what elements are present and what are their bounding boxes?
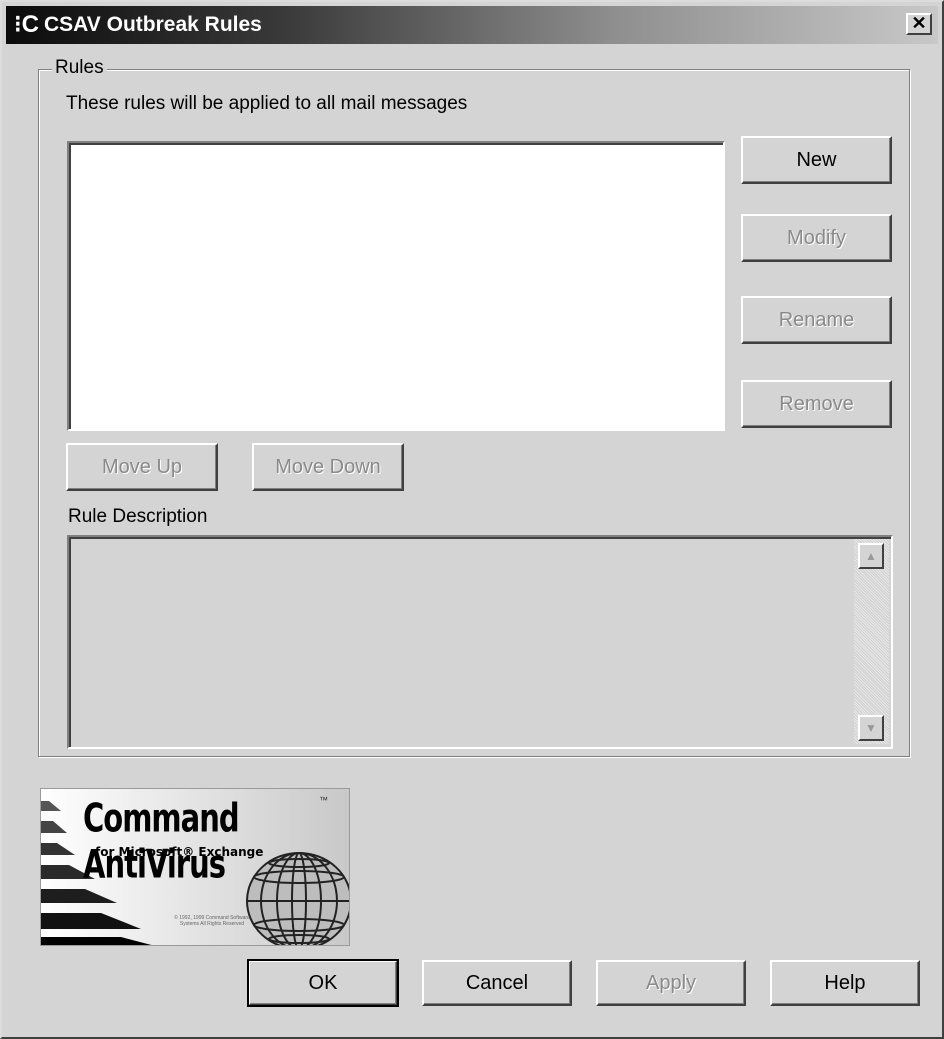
move-up-button[interactable]: Move Up <box>66 443 218 491</box>
window-title: CSAV Outbreak Rules <box>44 13 262 36</box>
logo-subtitle: for Microsoft® Exchange <box>95 845 264 859</box>
remove-button[interactable]: Remove <box>741 380 892 428</box>
title-bar[interactable]: ⁝C CSAV Outbreak Rules ✕ <box>6 6 938 44</box>
cancel-button[interactable]: Cancel <box>422 960 572 1006</box>
chevron-up-icon: ▲ <box>865 549 877 563</box>
chevron-down-icon: ▼ <box>865 721 877 735</box>
rules-group-label: Rules <box>52 57 107 79</box>
app-icon: ⁝C <box>14 11 39 38</box>
product-logo: Command AntiVirus ™ for Microsoft® Excha… <box>40 788 350 946</box>
dialog-window: ⁝C CSAV Outbreak Rules ✕ Rules These rul… <box>0 0 944 1039</box>
help-button[interactable]: Help <box>770 960 920 1006</box>
rule-description-label: Rule Description <box>68 506 208 527</box>
scroll-up-button[interactable]: ▲ <box>858 543 884 569</box>
rules-listbox[interactable] <box>67 141 725 431</box>
apply-button[interactable]: Apply <box>596 960 746 1006</box>
logo-copyright: © 1992, 1999 Command Software Systems Al… <box>174 915 250 927</box>
rules-instruction-label: These rules will be applied to all mail … <box>66 93 468 114</box>
new-button[interactable]: New <box>741 136 892 184</box>
modify-button[interactable]: Modify <box>741 214 892 262</box>
logo-title: Command AntiVirus <box>83 795 240 887</box>
ok-button[interactable]: OK <box>247 959 399 1007</box>
rename-button[interactable]: Rename <box>741 296 892 344</box>
close-icon: ✕ <box>911 13 927 33</box>
logo-trademark: ™ <box>319 795 328 805</box>
rule-description-box[interactable] <box>67 535 893 749</box>
description-scrollbar[interactable]: ▲ ▼ <box>854 539 889 744</box>
move-down-button[interactable]: Move Down <box>252 443 404 491</box>
scroll-down-button[interactable]: ▼ <box>858 715 884 741</box>
close-button[interactable]: ✕ <box>906 13 932 35</box>
